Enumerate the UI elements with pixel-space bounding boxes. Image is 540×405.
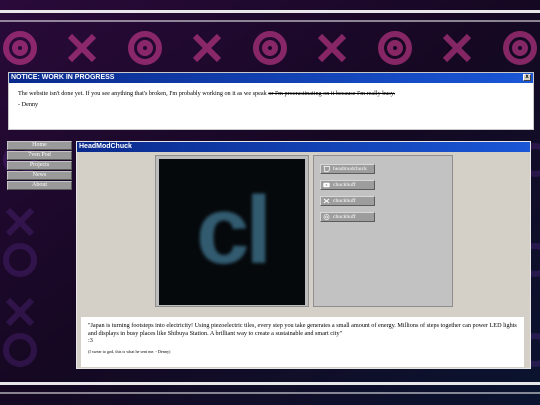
nav-item-news[interactable]: News xyxy=(7,171,72,180)
link-label: chuckhuff xyxy=(333,214,356,220)
link-youtube[interactable]: chuckhuff xyxy=(320,180,375,190)
notice-strikethrough: or I'm procrastinating on it because I'm… xyxy=(268,90,396,97)
notice-title: NOTICE: WORK IN PROGRESS xyxy=(11,74,115,81)
post-text: "Japan is turning footsteps into electri… xyxy=(88,322,517,337)
profile-titlebar: HeadModChuck xyxy=(77,142,530,152)
link-instagram[interactable]: chuckhuff xyxy=(320,212,375,222)
avatar-panel: cl xyxy=(155,155,309,307)
nav-item-about[interactable]: About xyxy=(7,181,72,190)
profile-title: HeadModChuck xyxy=(79,143,132,150)
post-footnote: (I swear to god, this is what he sent me… xyxy=(88,348,171,354)
notice-signature: - Denny xyxy=(18,101,39,108)
notice-message: The website isn't done yet. If you see a… xyxy=(18,89,524,98)
post-box: "Japan is turning footsteps into electri… xyxy=(81,317,524,367)
youtube-icon xyxy=(323,182,330,188)
nav-item-home[interactable]: Home xyxy=(7,141,72,150)
link-twitch[interactable]: headmodchuck xyxy=(320,164,375,174)
side-nav: Home 7ven Pod Projects News About xyxy=(7,141,72,191)
nav-item-7ven-pod[interactable]: 7ven Pod xyxy=(7,151,72,160)
avatar-logo: cl xyxy=(195,177,272,284)
instagram-icon xyxy=(323,214,330,220)
link-label: headmodchuck xyxy=(333,166,367,172)
post-emote: :3 xyxy=(88,337,93,345)
links-panel: headmodchuck chuckhuff chuckhuff chuckhu… xyxy=(313,155,453,307)
nav-item-projects[interactable]: Projects xyxy=(7,161,72,170)
profile-window: HeadModChuck cl headmodchuck chuckhuff c… xyxy=(76,141,531,369)
close-button[interactable]: x xyxy=(523,74,531,81)
link-twitter[interactable]: chuckhuff xyxy=(320,196,375,206)
notice-window: NOTICE: WORK IN PROGRESS x The website i… xyxy=(8,72,534,130)
avatar: cl xyxy=(159,159,305,305)
link-label: chuckhuff xyxy=(333,198,356,204)
twitter-icon xyxy=(323,198,330,204)
twitch-icon xyxy=(323,166,330,172)
notice-line: The website isn't done yet. If you see a… xyxy=(18,90,267,97)
link-label: chuckhuff xyxy=(333,182,356,188)
notice-titlebar: NOTICE: WORK IN PROGRESS x xyxy=(9,73,533,83)
notice-body: The website isn't done yet. If you see a… xyxy=(9,83,533,109)
